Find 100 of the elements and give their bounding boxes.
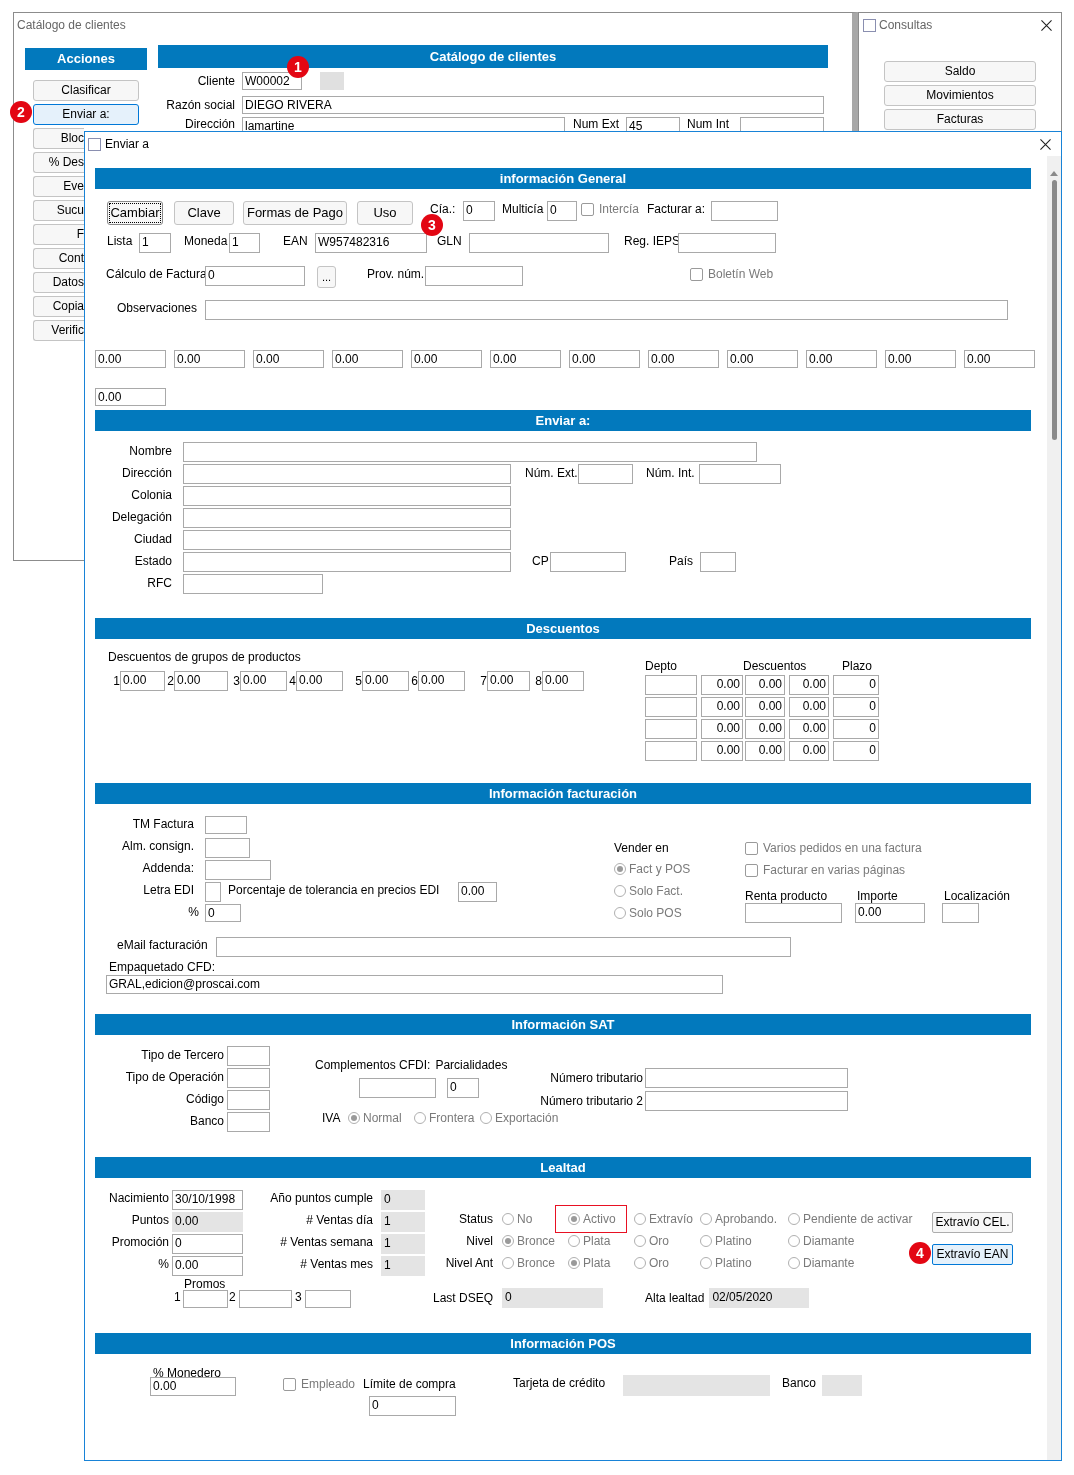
input-field[interactable] xyxy=(183,442,757,462)
form-button[interactable]: Clave xyxy=(174,201,234,225)
input-field[interactable]: 0.00 xyxy=(174,671,228,691)
radio-option[interactable]: Diamante xyxy=(788,1231,855,1251)
input-field[interactable]: GRAL,edicion@proscai.com xyxy=(106,975,723,994)
input-field[interactable]: 0.00 xyxy=(296,671,343,691)
checkbox-option[interactable]: Boletín Web xyxy=(690,266,774,282)
input-field[interactable] xyxy=(205,838,250,858)
action-button[interactable]: Clasificar xyxy=(33,80,139,101)
input-field[interactable] xyxy=(205,882,221,902)
input-field[interactable]: 0 xyxy=(502,1288,603,1308)
radio-option[interactable]: Normal xyxy=(348,1108,414,1128)
form-button[interactable]: Cambiar xyxy=(107,201,163,225)
input-field[interactable]: 0.00 xyxy=(855,903,925,923)
input-field[interactable]: 0 xyxy=(833,675,879,695)
input-field[interactable] xyxy=(645,697,697,717)
action-button[interactable]: F xyxy=(33,224,84,245)
radio-option[interactable]: Plata xyxy=(568,1231,634,1251)
input-field[interactable]: 0.00 xyxy=(745,741,785,761)
radio-option[interactable]: Platino xyxy=(700,1231,788,1251)
input-field[interactable] xyxy=(359,1078,436,1098)
form-button[interactable]: Extravío CEL. xyxy=(932,1212,1013,1233)
radio-option[interactable]: Bronce xyxy=(502,1253,568,1273)
radio-option[interactable]: Platino xyxy=(700,1253,788,1273)
input-field[interactable] xyxy=(205,300,1008,320)
radio-option[interactable]: Exportación xyxy=(480,1108,559,1128)
input-field[interactable]: 0.00 xyxy=(789,697,829,717)
input-field[interactable]: 0 xyxy=(172,1234,243,1254)
input-field[interactable]: 1 xyxy=(381,1234,425,1254)
input-field[interactable]: 0.00 xyxy=(745,675,785,695)
input-field[interactable]: 0.00 xyxy=(490,350,561,368)
form-button[interactable]: Formas de Pago xyxy=(243,201,347,225)
input-field[interactable]: 0 xyxy=(463,201,495,221)
input-field[interactable] xyxy=(700,552,736,572)
input-field[interactable]: 0.00 xyxy=(885,350,956,368)
input-field[interactable]: 0 xyxy=(833,719,879,739)
input-field[interactable] xyxy=(740,117,824,131)
input-field[interactable]: 0.00 xyxy=(240,671,287,691)
input-field[interactable]: 1 xyxy=(139,233,171,253)
checkbox-option[interactable]: Varios pedidos en una factura xyxy=(745,837,1011,859)
close-icon[interactable] xyxy=(1040,138,1051,150)
input-field[interactable]: 1 xyxy=(229,233,260,253)
input-field[interactable]: 0 xyxy=(369,1396,456,1416)
input-field[interactable] xyxy=(183,574,323,594)
action-button[interactable]: Enviar a: xyxy=(33,104,139,125)
form-button[interactable]: Uso xyxy=(357,201,413,225)
input-field[interactable]: 0.00 xyxy=(362,671,409,691)
input-field[interactable] xyxy=(645,675,697,695)
input-field[interactable] xyxy=(183,486,511,506)
checkbox-option[interactable]: Empleado xyxy=(283,1376,363,1392)
scrollbar[interactable] xyxy=(1047,156,1061,1460)
input-field[interactable]: 0.00 xyxy=(569,350,640,368)
input-field[interactable]: 0.00 xyxy=(120,671,165,691)
input-field[interactable] xyxy=(699,464,781,484)
input-field[interactable]: 45 xyxy=(626,117,680,131)
input-field[interactable]: 0.00 xyxy=(648,350,719,368)
input-field[interactable]: 1 xyxy=(381,1212,425,1232)
input-field[interactable]: lamartine xyxy=(242,117,565,131)
query-button[interactable]: Movimientos xyxy=(884,85,1036,106)
input-field[interactable]: 0.00 xyxy=(418,671,465,691)
action-button[interactable]: Sucu xyxy=(33,200,84,221)
radio-option[interactable]: Aprobando. xyxy=(700,1209,788,1229)
input-field[interactable]: DIEGO RIVERA xyxy=(242,96,824,114)
form-button[interactable]: Extravío EAN xyxy=(932,1244,1013,1265)
input-field[interactable]: 0.00 xyxy=(542,671,584,691)
input-field[interactable] xyxy=(227,1090,270,1110)
radio-option[interactable]: Pendiente de activar xyxy=(788,1209,913,1229)
input-field[interactable] xyxy=(205,816,247,834)
scroll-up-icon[interactable] xyxy=(1050,171,1058,176)
action-button[interactable]: Datos xyxy=(33,272,84,293)
radio-option[interactable]: Fact y POS xyxy=(614,859,745,879)
input-field[interactable]: 0.00 xyxy=(253,350,324,368)
input-field[interactable] xyxy=(578,464,633,484)
radio-option[interactable]: Oro xyxy=(634,1231,700,1251)
input-field[interactable]: 0 xyxy=(833,697,879,717)
input-field[interactable] xyxy=(227,1068,270,1088)
query-button[interactable]: Saldo xyxy=(884,61,1036,82)
radio-option[interactable]: Diamante xyxy=(788,1253,855,1273)
action-button[interactable]: Verific xyxy=(33,320,84,341)
input-field[interactable] xyxy=(183,552,511,572)
action-button[interactable]: Bloc xyxy=(33,128,84,149)
input-field[interactable] xyxy=(227,1046,270,1066)
input-field[interactable]: 0 xyxy=(447,1078,479,1098)
query-button[interactable]: Facturas xyxy=(884,109,1036,130)
radio-option[interactable]: Frontera xyxy=(414,1108,480,1128)
action-button[interactable]: Copia xyxy=(33,296,84,317)
input-field[interactable] xyxy=(183,530,511,550)
input-field[interactable] xyxy=(645,1091,848,1111)
input-field[interactable] xyxy=(183,1290,228,1308)
input-field[interactable] xyxy=(205,860,271,880)
radio-option[interactable]: Extravío xyxy=(634,1209,700,1229)
checkbox-option[interactable]: Intercía xyxy=(581,201,640,217)
input-field[interactable]: 0.00 xyxy=(332,350,403,368)
input-field[interactable]: 0.00 xyxy=(727,350,798,368)
input-field[interactable]: 0.00 xyxy=(701,675,743,695)
input-field[interactable]: 0.00 xyxy=(95,350,166,368)
input-field[interactable] xyxy=(711,201,779,221)
input-field[interactable]: 0.00 xyxy=(964,350,1035,368)
input-field[interactable]: 0 xyxy=(547,201,577,221)
input-field[interactable]: 0 xyxy=(381,1190,425,1210)
